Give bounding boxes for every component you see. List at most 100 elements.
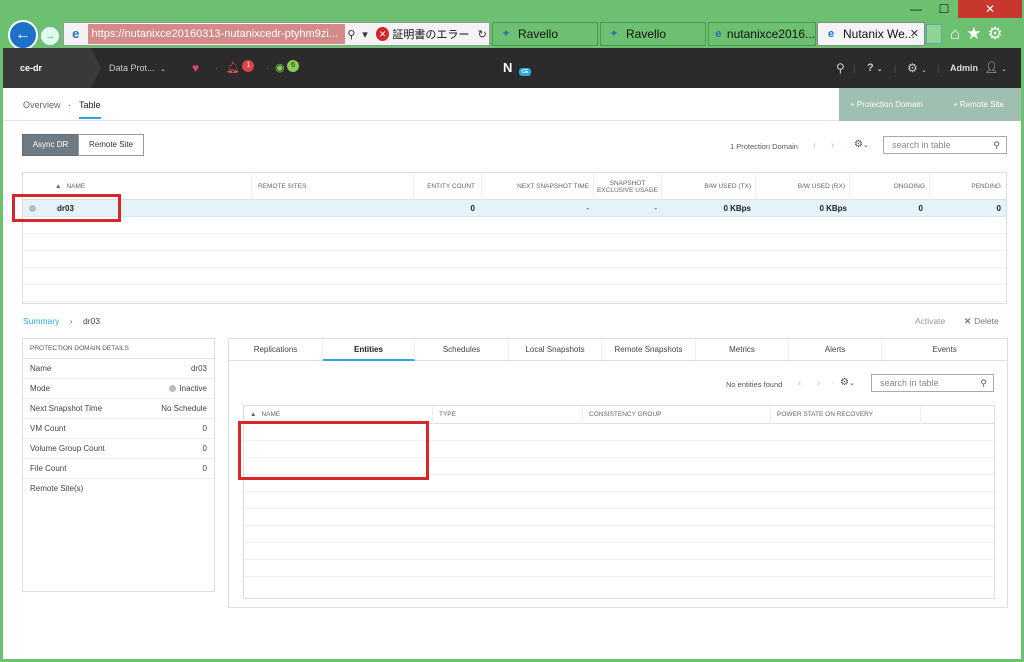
- table-settings-menu[interactable]: ⚙⌄: [854, 139, 869, 150]
- next-page-icon[interactable]: ›: [831, 140, 834, 151]
- separator-dot: ·: [266, 63, 269, 73]
- detail-row-mode: Mode Inactive: [23, 379, 214, 399]
- tab-label: Ravello: [626, 27, 667, 41]
- col-next-snapshot[interactable]: NEXT SNAPSHOT TIME: [481, 173, 593, 200]
- empty-row: [244, 577, 994, 594]
- empty-row: [23, 217, 1006, 234]
- chevron-down-icon: ⌄: [848, 380, 855, 387]
- col-bw-tx[interactable]: B/W USED (TX): [661, 173, 755, 200]
- activate-button[interactable]: Activate: [915, 316, 945, 326]
- tab-schedules[interactable]: Schedules: [415, 339, 509, 361]
- cert-error-text[interactable]: 証明書のエラー: [392, 26, 469, 42]
- tasks-badge: 6: [287, 60, 300, 72]
- close-tab-icon[interactable]: ✕: [910, 27, 919, 40]
- next-page-icon[interactable]: ›: [817, 378, 820, 389]
- close-icon: ✕: [964, 316, 972, 326]
- alerts-button[interactable]: 🔔︎ 1: [226, 48, 255, 88]
- add-protection-domain-button[interactable]: + Protection Domain: [850, 100, 923, 109]
- chevron-down-icon: ⌄: [862, 142, 869, 149]
- search-icon[interactable]: ⚲: [836, 48, 845, 88]
- tab-entities[interactable]: Entities: [323, 339, 415, 361]
- browser-tab-ravello-1[interactable]: ✦ Ravello: [492, 22, 598, 46]
- tab-metrics[interactable]: Metrics: [696, 339, 789, 361]
- table-row[interactable]: dr03 0 - - 0 KBps 0 KBps 0 0: [23, 200, 1006, 217]
- chevron-right-icon: ›: [69, 316, 73, 326]
- chevron-down-icon: ⌄: [921, 67, 927, 74]
- chevron-down-icon: ⌄: [160, 66, 166, 73]
- summary-link[interactable]: Summary: [23, 316, 59, 326]
- async-dr-button[interactable]: Async DR: [22, 134, 79, 156]
- favorites-star-icon[interactable]: ★: [966, 24, 981, 44]
- tab-local-snapshots[interactable]: Local Snapshots: [509, 339, 602, 361]
- address-bar[interactable]: e https://nutanixce20160313-nutanixcedr-…: [63, 22, 490, 46]
- refresh-icon[interactable]: ↻: [475, 28, 489, 41]
- action-bar: + Protection Domain + Remote Site: [839, 88, 1021, 121]
- detail-key: Volume Group Count: [30, 444, 105, 453]
- search-icon[interactable]: ⚲: [345, 28, 359, 41]
- gear-icon[interactable]: ⚙: [988, 24, 1003, 44]
- delete-button[interactable]: ✕ Delete: [964, 316, 999, 327]
- prev-page-icon[interactable]: ‹: [798, 378, 801, 389]
- tab-remote-snapshots[interactable]: Remote Snapshots: [602, 339, 696, 361]
- add-remote-site-button[interactable]: + Remote Site: [953, 100, 1004, 109]
- ie-icon: e: [715, 28, 722, 40]
- close-window-button[interactable]: ✕: [958, 0, 1022, 18]
- dashboard-menu[interactable]: Data Prot... ⌄: [109, 48, 166, 88]
- browser-tab-ravello-2[interactable]: ✦ Ravello: [600, 22, 706, 46]
- minimize-button[interactable]: —: [902, 0, 930, 18]
- tab-events[interactable]: Events: [882, 339, 1007, 361]
- tab-alerts[interactable]: Alerts: [789, 339, 882, 361]
- col-type[interactable]: TYPE: [432, 406, 582, 424]
- user-icon: 👤︎: [984, 62, 999, 74]
- new-tab-button[interactable]: [926, 24, 942, 44]
- table-settings-menu[interactable]: ⚙⌄: [840, 377, 855, 388]
- search-icon: ⚲: [980, 378, 987, 388]
- overview-link[interactable]: Overview: [23, 100, 61, 110]
- col-bw-rx[interactable]: B/W USED (RX): [755, 173, 849, 200]
- cluster-name[interactable]: ce-dr: [3, 48, 101, 88]
- separator-line: |: [853, 63, 856, 73]
- crumb-separator: ·: [68, 100, 71, 110]
- top-nav: ce-dr Data Prot... ⌄ ♥ · 🔔︎ 1 · ◉ 6 N CE …: [3, 48, 1021, 88]
- tab-replications[interactable]: Replications: [229, 339, 323, 361]
- highlight-box-entities: [238, 421, 429, 480]
- pd-count: 1 Protection Domain: [730, 142, 798, 151]
- col-entity-count[interactable]: ENTITY COUNT: [413, 173, 481, 200]
- table-header: ▲ NAME REMOTE SITES ENTITY COUNT NEXT SN…: [23, 173, 1006, 200]
- table-link[interactable]: Table: [79, 100, 101, 119]
- detail-row-name: Name dr03: [23, 359, 214, 379]
- status-dot-icon: [169, 385, 177, 392]
- url-text[interactable]: https://nutanixce20160313-nutanixcedr-pt…: [87, 24, 345, 44]
- browser-tools: ⌂ ★ ⚙: [950, 24, 1003, 44]
- separator-dot: ·: [831, 378, 834, 387]
- col-consistency-group[interactable]: CONSISTENCY GROUP: [582, 406, 770, 424]
- pd-exclusive-usage: -: [654, 204, 657, 213]
- home-icon[interactable]: ⌂: [950, 24, 960, 44]
- empty-row: [23, 285, 1006, 302]
- forward-button[interactable]: →: [40, 26, 60, 46]
- health-heart-icon[interactable]: ♥: [192, 48, 199, 88]
- remote-site-button[interactable]: Remote Site: [78, 134, 144, 156]
- browser-tab-nutanixce[interactable]: e nutanixce2016...: [708, 22, 816, 46]
- col-pending[interactable]: PENDING: [929, 173, 1007, 200]
- maximize-button[interactable]: ☐: [930, 0, 958, 18]
- help-icon: ?: [867, 62, 874, 74]
- prev-page-icon[interactable]: ‹: [813, 140, 816, 151]
- col-power-state[interactable]: POWER STATE ON RECOVERY: [770, 406, 920, 424]
- dropdown-icon[interactable]: ▾: [358, 28, 372, 41]
- entities-search-input[interactable]: search in table ⚲: [871, 374, 994, 392]
- browser-tab-nutanix-web[interactable]: e Nutanix We... ✕: [817, 22, 925, 46]
- col-label: NAME: [66, 183, 86, 190]
- tasks-button[interactable]: ◉ 6: [275, 48, 300, 88]
- pd-search-input[interactable]: search in table ⚲: [883, 136, 1007, 154]
- sort-asc-icon: ▲: [55, 183, 62, 190]
- help-menu[interactable]: ? ⌄: [867, 48, 883, 88]
- col-remote-sites[interactable]: REMOTE SITES: [251, 173, 413, 200]
- arrow-left-icon: ←: [15, 26, 31, 43]
- back-button[interactable]: ←: [8, 20, 38, 50]
- col-ongoing[interactable]: ONGOING: [849, 173, 929, 200]
- settings-menu[interactable]: ⚙ ⌄: [907, 48, 927, 88]
- user-menu[interactable]: Admin 👤︎ ⌄: [950, 48, 1007, 88]
- detail-value: dr03: [190, 364, 207, 373]
- col-snapshot-usage[interactable]: SNAPSHOT EXCLUSIVE USAGE: [593, 173, 661, 200]
